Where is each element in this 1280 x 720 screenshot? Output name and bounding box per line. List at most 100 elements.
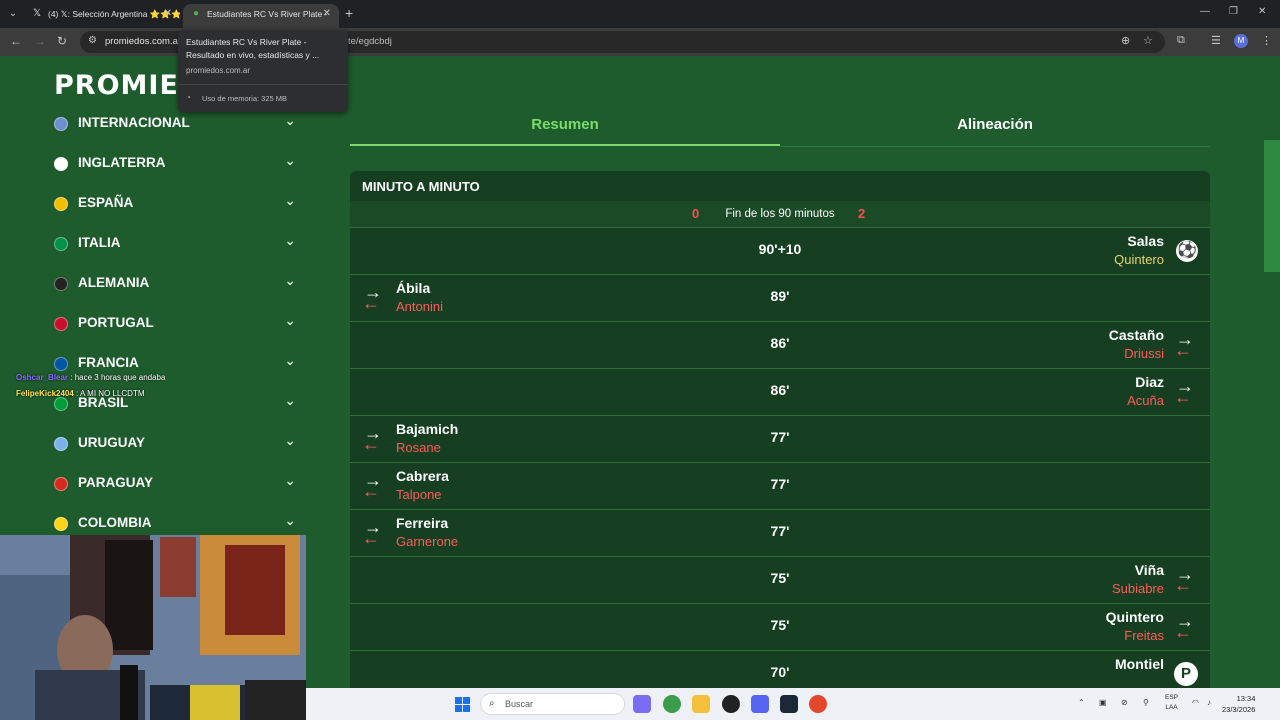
penalty-icon: P — [1174, 662, 1198, 686]
file-explorer-icon[interactable] — [692, 695, 710, 713]
discord-icon[interactable] — [751, 695, 769, 713]
country-label: COLOMBIA — [78, 515, 152, 530]
tray-chevron-icon[interactable]: ⌃ — [1078, 698, 1085, 707]
x-logo-icon: 𝕏 — [32, 8, 42, 19]
country-item-italia[interactable]: ITALIA ⌄ — [48, 228, 308, 258]
profile-avatar[interactable]: M — [1234, 34, 1248, 48]
windows-start-icon[interactable] — [455, 697, 470, 712]
close-tab-icon[interactable]: ✕ — [164, 4, 172, 24]
flag-icon — [54, 277, 68, 291]
chevron-down-icon[interactable]: ⌄ — [284, 432, 296, 449]
player-out: Subiabre — [1111, 581, 1164, 596]
final-score-row: 0 Fin de los 90 minutos 2 — [350, 201, 1210, 227]
browser-tabstrip: ⌄ 𝕏 (4) 𝕏: Selección Argentina ⭐⭐⭐ ✕ ● E… — [0, 0, 1280, 28]
tab-hover-card: Estudiantes RC Vs River Plate - Resultad… — [178, 30, 348, 112]
country-item-alemania[interactable]: ALEMANIA ⌄ — [48, 268, 308, 298]
volume-icon[interactable]: ♪ — [1207, 698, 1211, 707]
browser-tab-promiedos[interactable]: ● Estudiantes RC Vs River Plate - ✕ — [183, 4, 339, 28]
chrome-icon[interactable] — [663, 695, 681, 713]
away-score: 2 — [858, 206, 866, 221]
chevron-down-icon[interactable]: ⌄ — [284, 352, 296, 369]
extensions-icon[interactable]: ⧉ — [1177, 34, 1185, 47]
scrollbar-thumb[interactable] — [1264, 140, 1280, 272]
event-minute: 77' — [770, 523, 790, 539]
menu-kebab-icon[interactable]: ⋮ — [1261, 34, 1272, 47]
player-in: Viña — [1134, 562, 1164, 578]
reading-list-icon[interactable]: ☰ — [1211, 34, 1221, 47]
event-row: 75' Viña Subiabre → ← — [350, 556, 1210, 603]
goal-ball-icon: ⚽ — [1176, 240, 1198, 262]
new-tab-icon[interactable]: + — [345, 5, 353, 21]
player-out: Talpone — [396, 487, 442, 502]
country-item-españa[interactable]: ESPAÑA ⌄ — [48, 188, 308, 218]
language-indicator[interactable]: ESP LAA — [1165, 693, 1178, 713]
country-item-uruguay[interactable]: URUGUAY ⌄ — [48, 428, 308, 458]
zoom-icon[interactable]: ⊕ — [1121, 34, 1130, 47]
arrow-out-icon: ← — [362, 293, 380, 313]
player-name: Salas — [1127, 233, 1164, 249]
event-row: 77' Bajamich Rosane → ← — [350, 415, 1210, 462]
event-row: 89' Ábila Antonini → ← — [350, 274, 1210, 321]
browser-tab-x[interactable]: 𝕏 (4) 𝕏: Selección Argentina ⭐⭐⭐ ✕ — [24, 4, 180, 28]
reload-icon[interactable]: ↻ — [57, 34, 67, 48]
chevron-down-icon[interactable]: ⌄ — [284, 232, 296, 249]
substitution-icon: → ← — [362, 283, 388, 313]
chevron-down-icon[interactable]: ⌄ — [284, 152, 296, 169]
system-clock[interactable]: 13:34 23/3/2026 — [1222, 693, 1255, 715]
tray-app-icon[interactable]: ⊘ — [1121, 698, 1128, 707]
event-row: 75' Quintero Freitas → ← — [350, 603, 1210, 650]
event-row: 86' Castaño Driussi → ← — [350, 321, 1210, 368]
ea-app-icon[interactable] — [809, 695, 827, 713]
steam-icon[interactable] — [780, 695, 798, 713]
substitution-icon: → ← — [362, 471, 388, 501]
flag-icon — [54, 517, 68, 531]
event-minute: 86' — [770, 382, 790, 398]
arrow-out-icon: ← — [1174, 575, 1192, 595]
flag-icon — [54, 437, 68, 451]
chevron-down-icon[interactable]: ⌄ — [284, 512, 296, 529]
country-item-colombia[interactable]: COLOMBIA ⌄ — [48, 508, 308, 538]
tray-app-icon[interactable]: ⚲ — [1143, 698, 1149, 707]
tab-alineacion[interactable]: Alineación — [780, 116, 1210, 133]
country-item-internacional[interactable]: INTERNACIONAL ⌄ — [48, 108, 308, 138]
event-row: 70' Montiel P — [350, 650, 1210, 688]
arrow-out-icon: ← — [362, 528, 380, 548]
hover-card-divider — [178, 84, 348, 85]
minimize-icon[interactable]: — — [1200, 6, 1210, 17]
close-window-icon[interactable]: ✕ — [1258, 6, 1266, 17]
arrow-out-icon: ← — [362, 434, 380, 454]
tab-resumen[interactable]: Resumen — [350, 116, 780, 133]
tray-app-icon[interactable]: ▣ — [1099, 698, 1107, 707]
country-item-portugal[interactable]: PORTUGAL ⌄ — [48, 308, 308, 338]
flag-icon — [54, 357, 68, 371]
chevron-down-icon[interactable]: ⌄ — [284, 312, 296, 329]
close-tab-icon[interactable]: ✕ — [323, 4, 331, 24]
tab-search-icon[interactable]: ⌄ — [4, 5, 22, 23]
hover-card-title: Estudiantes RC Vs River Plate - Resultad… — [186, 37, 320, 60]
chevron-down-icon[interactable]: ⌄ — [284, 192, 296, 209]
forward-icon[interactable]: → — [34, 34, 46, 48]
player-in: Bajamich — [396, 421, 459, 437]
country-item-inglaterra[interactable]: INGLATERRA ⌄ — [48, 148, 308, 178]
back-icon[interactable]: ← — [10, 34, 22, 48]
country-label: ITALIA — [78, 235, 121, 250]
country-label: URUGUAY — [78, 435, 146, 450]
chevron-down-icon[interactable]: ⌄ — [284, 472, 296, 489]
obs-icon[interactable] — [722, 695, 740, 713]
chevron-down-icon[interactable]: ⌄ — [284, 112, 296, 129]
teams-icon[interactable] — [633, 695, 651, 713]
country-label: PORTUGAL — [78, 315, 154, 330]
country-item-paraguay[interactable]: PARAGUAY ⌄ — [48, 468, 308, 498]
substitution-icon: → ← — [1174, 377, 1200, 407]
hover-card-memory: Uso de memoria: 325 MB — [202, 94, 288, 103]
player-in: Ferreira — [396, 515, 449, 531]
site-logo[interactable]: PROMIE — [54, 70, 179, 101]
site-info-icon[interactable]: ⚙ — [88, 35, 97, 46]
hover-card-host: promiedos.com.ar — [186, 66, 251, 75]
taskbar-search[interactable]: ⌕ Buscar — [480, 693, 625, 715]
match-tabs: Resumen Alineación — [350, 108, 1210, 148]
restore-icon[interactable]: ❐ — [1229, 6, 1238, 17]
chevron-down-icon[interactable]: ⌄ — [284, 272, 296, 289]
wifi-icon[interactable]: ◠ — [1192, 698, 1199, 707]
bookmark-star-icon[interactable]: ☆ — [1143, 34, 1153, 47]
